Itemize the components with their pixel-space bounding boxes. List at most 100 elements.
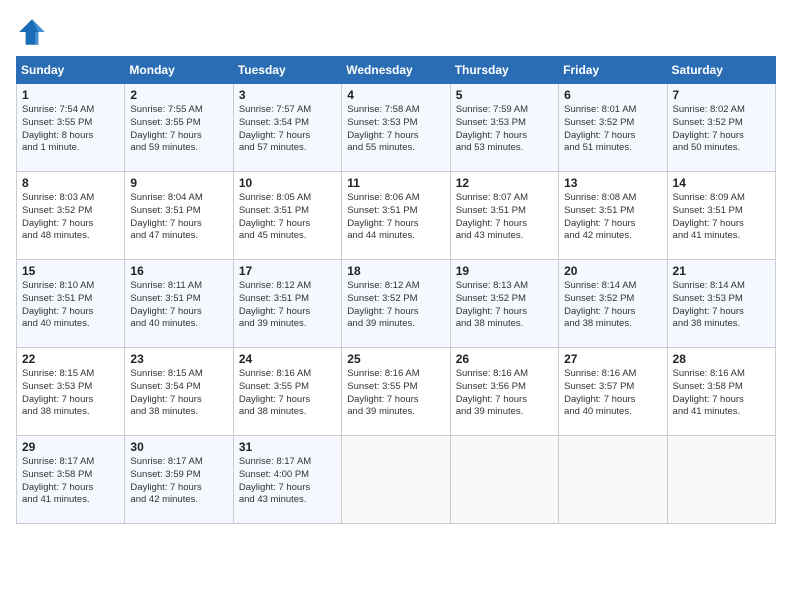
day-number: 19 bbox=[456, 264, 553, 278]
calendar-week-row: 29 Sunrise: 8:17 AM Sunset: 3:58 PM Dayli… bbox=[17, 436, 776, 524]
day-info: Sunrise: 8:13 AM Sunset: 3:52 PM Dayligh… bbox=[456, 280, 553, 331]
day-number: 10 bbox=[239, 176, 336, 190]
weekday-header-cell: Sunday bbox=[17, 57, 125, 84]
day-number: 23 bbox=[130, 352, 227, 366]
day-info: Sunrise: 7:57 AM Sunset: 3:54 PM Dayligh… bbox=[239, 104, 336, 155]
day-number: 30 bbox=[130, 440, 227, 454]
day-info: Sunrise: 8:12 AM Sunset: 3:52 PM Dayligh… bbox=[347, 280, 444, 331]
calendar-day-cell: 30Sunrise: 8:17 AM Sunset: 3:59 PM Dayli… bbox=[125, 436, 233, 524]
page-header bbox=[16, 16, 776, 48]
day-info: Sunrise: 7:55 AM Sunset: 3:55 PM Dayligh… bbox=[130, 104, 227, 155]
calendar-day-cell: 4 Sunrise: 7:58 AM Sunset: 3:53 PM Daylig… bbox=[342, 84, 450, 172]
day-info: Sunrise: 8:15 AM Sunset: 3:54 PM Dayligh… bbox=[130, 368, 227, 419]
calendar-day-cell: 9Sunrise: 8:04 AM Sunset: 3:51 PM Daylig… bbox=[125, 172, 233, 260]
calendar-day-cell: 26Sunrise: 8:16 AM Sunset: 3:56 PM Dayli… bbox=[450, 348, 558, 436]
day-number: 12 bbox=[456, 176, 553, 190]
calendar-table: SundayMondayTuesdayWednesdayThursdayFrid… bbox=[16, 56, 776, 524]
weekday-header-cell: Tuesday bbox=[233, 57, 341, 84]
day-number: 21 bbox=[673, 264, 770, 278]
day-info: Sunrise: 8:17 AM Sunset: 3:58 PM Dayligh… bbox=[22, 456, 119, 507]
day-number: 16 bbox=[130, 264, 227, 278]
calendar-day-cell: 23 Sunrise: 8:15 AM Sunset: 3:54 PM Dayli… bbox=[125, 348, 233, 436]
day-info: Sunrise: 8:04 AM Sunset: 3:51 PM Dayligh… bbox=[130, 192, 227, 243]
weekday-header-row: SundayMondayTuesdayWednesdayThursdayFrid… bbox=[17, 57, 776, 84]
calendar-day-cell: 24 Sunrise: 8:16 AM Sunset: 3:55 PM Dayli… bbox=[233, 348, 341, 436]
day-info: Sunrise: 8:03 AM Sunset: 3:52 PM Dayligh… bbox=[22, 192, 119, 243]
calendar-day-cell: 18Sunrise: 8:12 AM Sunset: 3:52 PM Dayli… bbox=[342, 260, 450, 348]
calendar-day-cell: 27 Sunrise: 8:16 AM Sunset: 3:57 PM Dayli… bbox=[559, 348, 667, 436]
calendar-week-row: 15 Sunrise: 8:10 AM Sunset: 3:51 PM Dayli… bbox=[17, 260, 776, 348]
calendar-day-cell: 16 Sunrise: 8:11 AM Sunset: 3:51 PM Dayli… bbox=[125, 260, 233, 348]
calendar-day-cell: 25 Sunrise: 8:16 AM Sunset: 3:55 PM Dayli… bbox=[342, 348, 450, 436]
calendar-day-cell: 19 Sunrise: 8:13 AM Sunset: 3:52 PM Dayli… bbox=[450, 260, 558, 348]
calendar-day-cell: 31 Sunrise: 8:17 AM Sunset: 4:00 PM Dayli… bbox=[233, 436, 341, 524]
day-info: Sunrise: 7:54 AM Sunset: 3:55 PM Dayligh… bbox=[22, 104, 119, 155]
day-info: Sunrise: 8:12 AM Sunset: 3:51 PM Dayligh… bbox=[239, 280, 336, 331]
day-info: Sunrise: 8:10 AM Sunset: 3:51 PM Dayligh… bbox=[22, 280, 119, 331]
day-number: 24 bbox=[239, 352, 336, 366]
day-info: Sunrise: 8:15 AM Sunset: 3:53 PM Dayligh… bbox=[22, 368, 119, 419]
day-number: 26 bbox=[456, 352, 553, 366]
day-info: Sunrise: 7:59 AM Sunset: 3:53 PM Dayligh… bbox=[456, 104, 553, 155]
day-info: Sunrise: 8:17 AM Sunset: 4:00 PM Dayligh… bbox=[239, 456, 336, 507]
weekday-header-cell: Thursday bbox=[450, 57, 558, 84]
day-number: 29 bbox=[22, 440, 119, 454]
calendar-day-cell: 17 Sunrise: 8:12 AM Sunset: 3:51 PM Dayli… bbox=[233, 260, 341, 348]
weekday-header-cell: Saturday bbox=[667, 57, 775, 84]
calendar-day-cell bbox=[450, 436, 558, 524]
day-number: 8 bbox=[22, 176, 119, 190]
calendar-day-cell bbox=[342, 436, 450, 524]
day-info: Sunrise: 8:16 AM Sunset: 3:55 PM Dayligh… bbox=[347, 368, 444, 419]
day-number: 4 bbox=[347, 88, 444, 102]
day-number: 31 bbox=[239, 440, 336, 454]
day-info: Sunrise: 8:06 AM Sunset: 3:51 PM Dayligh… bbox=[347, 192, 444, 243]
calendar-day-cell: 8 Sunrise: 8:03 AM Sunset: 3:52 PM Daylig… bbox=[17, 172, 125, 260]
calendar-day-cell bbox=[559, 436, 667, 524]
calendar-day-cell: 15 Sunrise: 8:10 AM Sunset: 3:51 PM Dayli… bbox=[17, 260, 125, 348]
day-info: Sunrise: 8:16 AM Sunset: 3:55 PM Dayligh… bbox=[239, 368, 336, 419]
calendar-day-cell: 28 Sunrise: 8:16 AM Sunset: 3:58 PM Dayli… bbox=[667, 348, 775, 436]
calendar-day-cell bbox=[667, 436, 775, 524]
logo-icon bbox=[16, 16, 48, 48]
calendar-week-row: 1 Sunrise: 7:54 AM Sunset: 3:55 PM Daylig… bbox=[17, 84, 776, 172]
day-info: Sunrise: 8:11 AM Sunset: 3:51 PM Dayligh… bbox=[130, 280, 227, 331]
day-info: Sunrise: 8:14 AM Sunset: 3:52 PM Dayligh… bbox=[564, 280, 661, 331]
day-info: Sunrise: 8:05 AM Sunset: 3:51 PM Dayligh… bbox=[239, 192, 336, 243]
day-number: 7 bbox=[673, 88, 770, 102]
calendar-day-cell: 10 Sunrise: 8:05 AM Sunset: 3:51 PM Dayli… bbox=[233, 172, 341, 260]
day-info: Sunrise: 7:58 AM Sunset: 3:53 PM Dayligh… bbox=[347, 104, 444, 155]
calendar-day-cell: 6 Sunrise: 8:01 AM Sunset: 3:52 PM Daylig… bbox=[559, 84, 667, 172]
calendar-day-cell: 1 Sunrise: 7:54 AM Sunset: 3:55 PM Daylig… bbox=[17, 84, 125, 172]
day-number: 15 bbox=[22, 264, 119, 278]
day-number: 13 bbox=[564, 176, 661, 190]
calendar-day-cell: 20Sunrise: 8:14 AM Sunset: 3:52 PM Dayli… bbox=[559, 260, 667, 348]
calendar-week-row: 8 Sunrise: 8:03 AM Sunset: 3:52 PM Daylig… bbox=[17, 172, 776, 260]
calendar-day-cell: 2Sunrise: 7:55 AM Sunset: 3:55 PM Daylig… bbox=[125, 84, 233, 172]
day-number: 25 bbox=[347, 352, 444, 366]
weekday-header-cell: Monday bbox=[125, 57, 233, 84]
day-info: Sunrise: 8:16 AM Sunset: 3:57 PM Dayligh… bbox=[564, 368, 661, 419]
day-info: Sunrise: 8:09 AM Sunset: 3:51 PM Dayligh… bbox=[673, 192, 770, 243]
weekday-header-cell: Friday bbox=[559, 57, 667, 84]
day-number: 6 bbox=[564, 88, 661, 102]
calendar-day-cell: 13Sunrise: 8:08 AM Sunset: 3:51 PM Dayli… bbox=[559, 172, 667, 260]
day-number: 14 bbox=[673, 176, 770, 190]
day-number: 1 bbox=[22, 88, 119, 102]
calendar-day-cell: 22 Sunrise: 8:15 AM Sunset: 3:53 PM Dayli… bbox=[17, 348, 125, 436]
day-number: 22 bbox=[22, 352, 119, 366]
calendar-body: 1 Sunrise: 7:54 AM Sunset: 3:55 PM Daylig… bbox=[17, 84, 776, 524]
calendar-day-cell: 11 Sunrise: 8:06 AM Sunset: 3:51 PM Dayli… bbox=[342, 172, 450, 260]
day-number: 3 bbox=[239, 88, 336, 102]
day-info: Sunrise: 8:16 AM Sunset: 3:58 PM Dayligh… bbox=[673, 368, 770, 419]
day-info: Sunrise: 8:07 AM Sunset: 3:51 PM Dayligh… bbox=[456, 192, 553, 243]
calendar-day-cell: 29 Sunrise: 8:17 AM Sunset: 3:58 PM Dayli… bbox=[17, 436, 125, 524]
calendar-day-cell: 12 Sunrise: 8:07 AM Sunset: 3:51 PM Dayli… bbox=[450, 172, 558, 260]
day-info: Sunrise: 8:01 AM Sunset: 3:52 PM Dayligh… bbox=[564, 104, 661, 155]
calendar-day-cell: 5Sunrise: 7:59 AM Sunset: 3:53 PM Daylig… bbox=[450, 84, 558, 172]
day-number: 28 bbox=[673, 352, 770, 366]
day-number: 27 bbox=[564, 352, 661, 366]
weekday-header-cell: Wednesday bbox=[342, 57, 450, 84]
day-info: Sunrise: 8:14 AM Sunset: 3:53 PM Dayligh… bbox=[673, 280, 770, 331]
day-number: 11 bbox=[347, 176, 444, 190]
day-number: 17 bbox=[239, 264, 336, 278]
